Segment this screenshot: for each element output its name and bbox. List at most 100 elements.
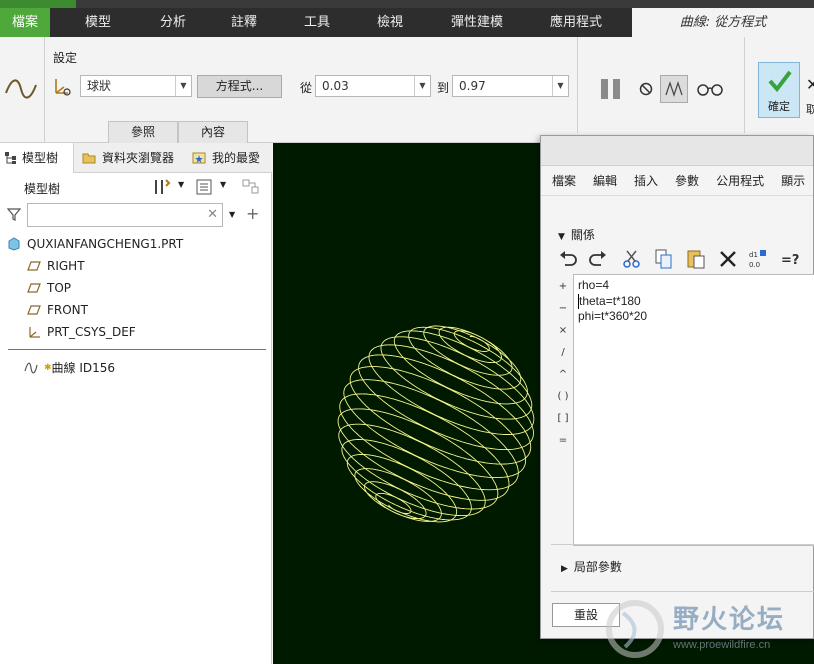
tree-item-label: FRONT xyxy=(47,303,88,317)
coordinate-type-select[interactable]: 球狀 ▼ xyxy=(80,75,192,97)
tree-item-right[interactable]: RIGHT xyxy=(27,257,85,275)
navigator-panel: 模型樹 資料夾瀏覽器 我的最愛 模型樹 ▼ ▼ ✕ ▼ + QUXIANFANG… xyxy=(0,143,272,664)
clear-search-icon[interactable]: ✕ xyxy=(207,207,218,222)
setting-label: 設定 xyxy=(53,51,78,65)
tree-search-input[interactable]: ✕ xyxy=(27,203,223,227)
relations-section-header[interactable]: ▼ 關係 xyxy=(558,226,595,243)
tree-item-front[interactable]: FRONT xyxy=(27,301,88,319)
menu-file[interactable]: 檔案 xyxy=(541,166,582,195)
menu-insert[interactable]: 插入 xyxy=(623,166,664,195)
curve-path xyxy=(337,325,535,523)
from-label: 從 xyxy=(300,81,313,95)
paste-icon[interactable] xyxy=(685,248,707,270)
model-tree-icon xyxy=(5,152,16,164)
preview-geometry-icon[interactable] xyxy=(660,75,688,103)
coordinate-system-icon[interactable] xyxy=(52,75,74,97)
equals-operator-button[interactable]: = xyxy=(555,430,571,452)
tab-tools[interactable]: 工具 xyxy=(288,8,346,37)
tab-model[interactable]: 模型 xyxy=(50,8,146,37)
tree-item-top[interactable]: TOP xyxy=(27,279,71,297)
from-value-input[interactable]: 0.03 ▼ xyxy=(315,75,431,97)
tab-favorites[interactable]: 我的最愛 xyxy=(186,143,272,173)
redo-icon[interactable] xyxy=(587,248,609,270)
tab-folder-browser[interactable]: 資料夾瀏覽器 xyxy=(76,143,184,173)
tab-applications[interactable]: 應用程式 xyxy=(520,8,632,37)
tab-flexible-modeling[interactable]: 彈性建模 xyxy=(434,8,520,37)
menu-utilities[interactable]: 公用程式 xyxy=(705,166,770,195)
tab-folder-browser-label: 資料夾瀏覽器 xyxy=(102,151,175,165)
tab-file[interactable]: 檔案 xyxy=(0,8,50,37)
tree-root-label: QUXIANFANGCHENG1.PRT xyxy=(27,237,184,251)
tab-favorites-label: 我的最愛 xyxy=(212,151,261,165)
svg-text:d1: d1 xyxy=(749,251,758,259)
chevron-down-icon[interactable]: ▼ xyxy=(178,180,184,189)
checkmark-icon xyxy=(768,70,792,93)
chevron-down-icon[interactable]: ▼ xyxy=(229,210,235,219)
tab-model-tree[interactable]: 模型樹 xyxy=(0,143,74,173)
coordinate-type-value: 球狀 xyxy=(87,79,112,93)
tab-view[interactable]: 檢視 xyxy=(346,8,434,37)
tree-item-curve[interactable]: ✱曲線 ID156 xyxy=(24,359,116,377)
minus-operator-button[interactable]: − xyxy=(555,298,571,320)
cancel-label[interactable]: 取 xyxy=(806,101,814,117)
cancel-icon[interactable]: ✕ xyxy=(806,75,814,94)
relations-editor[interactable]: rho=4 theta=t*180 phi=t*360*20 xyxy=(573,274,814,546)
multiply-operator-button[interactable]: × xyxy=(555,320,571,342)
plus-operator-button[interactable]: + xyxy=(555,276,571,298)
relation-line[interactable]: phi=t*360*20 xyxy=(578,309,810,325)
tab-analysis[interactable]: 分析 xyxy=(146,8,200,37)
brackets-operator-button[interactable]: [ ] xyxy=(555,408,571,430)
tab-annotate[interactable]: 註釋 xyxy=(200,8,288,37)
tree-item-root[interactable]: QUXIANFANGCHENG1.PRT xyxy=(8,235,184,253)
divide-operator-button[interactable]: / xyxy=(555,342,571,364)
copy-icon[interactable] xyxy=(653,248,675,270)
collapse-triangle-icon: ▼ xyxy=(558,232,565,242)
tab-references[interactable]: 參照 xyxy=(108,121,178,143)
add-filter-icon[interactable]: + xyxy=(246,204,259,223)
part-icon xyxy=(8,237,20,251)
local-parameters-label: 局部參數 xyxy=(573,560,622,574)
tree-item-label: RIGHT xyxy=(47,259,85,273)
coordinate-system-icon xyxy=(29,327,40,338)
verify-relations-icon[interactable]: =? xyxy=(779,248,801,270)
folder-icon xyxy=(82,153,96,164)
relations-dialog: 檔案 編輯 插入 參數 公用程式 顯示 ▼ 關係 d1 0.0 =? + − × /… xyxy=(540,135,814,639)
equation-button[interactable]: 方程式... xyxy=(197,75,282,98)
tools-icon[interactable] xyxy=(152,177,172,197)
undo-icon[interactable] xyxy=(557,248,579,270)
new-feature-star-icon: ✱ xyxy=(44,363,52,373)
tree-item-csys[interactable]: PRT_CSYS_DEF xyxy=(29,323,136,341)
chevron-down-icon[interactable]: ▼ xyxy=(220,180,226,189)
cut-icon[interactable] xyxy=(621,248,643,270)
dialog-title-bar[interactable] xyxy=(541,136,813,166)
glasses-icon[interactable] xyxy=(696,81,724,97)
tree-feature-label: 曲線 ID156 xyxy=(51,361,116,375)
power-operator-button[interactable]: ^ xyxy=(555,364,571,386)
tab-properties[interactable]: 內容 xyxy=(178,121,248,143)
relation-line[interactable]: theta=t*180 xyxy=(578,293,810,309)
filter-icon[interactable] xyxy=(7,207,21,221)
menu-parameters[interactable]: 參數 xyxy=(664,166,705,195)
parentheses-operator-button[interactable]: ( ) xyxy=(555,386,571,408)
sort-relations-icon[interactable]: d10.0 xyxy=(747,248,769,270)
confirm-button[interactable]: 確定 xyxy=(758,62,800,118)
relation-line[interactable]: rho=4 xyxy=(578,278,810,294)
svg-text:0.0: 0.0 xyxy=(749,261,760,269)
tab-curve-from-equation[interactable]: 曲線: 從方程式 xyxy=(632,8,814,37)
model-tree-title: 模型樹 xyxy=(24,182,61,196)
menu-display[interactable]: 顯示 xyxy=(770,166,811,195)
watermark-logo-icon xyxy=(606,600,664,658)
curve-icon xyxy=(24,362,38,374)
local-parameters-section-header[interactable]: ▶ 局部參數 xyxy=(561,558,622,575)
pause-icon[interactable] xyxy=(598,77,624,101)
insert-indicator xyxy=(8,349,266,350)
tree-settings-icon[interactable] xyxy=(240,177,262,197)
show-list-icon[interactable] xyxy=(194,177,214,197)
expand-triangle-icon: ▶ xyxy=(561,564,568,574)
delete-icon[interactable] xyxy=(717,248,739,270)
no-preview-icon[interactable] xyxy=(638,81,654,97)
menu-edit[interactable]: 編輯 xyxy=(582,166,623,195)
navigator-tabs: 模型樹 資料夾瀏覽器 我的最愛 xyxy=(0,143,272,173)
title-bar xyxy=(0,0,814,8)
to-value-input[interactable]: 0.97 ▼ xyxy=(452,75,569,97)
